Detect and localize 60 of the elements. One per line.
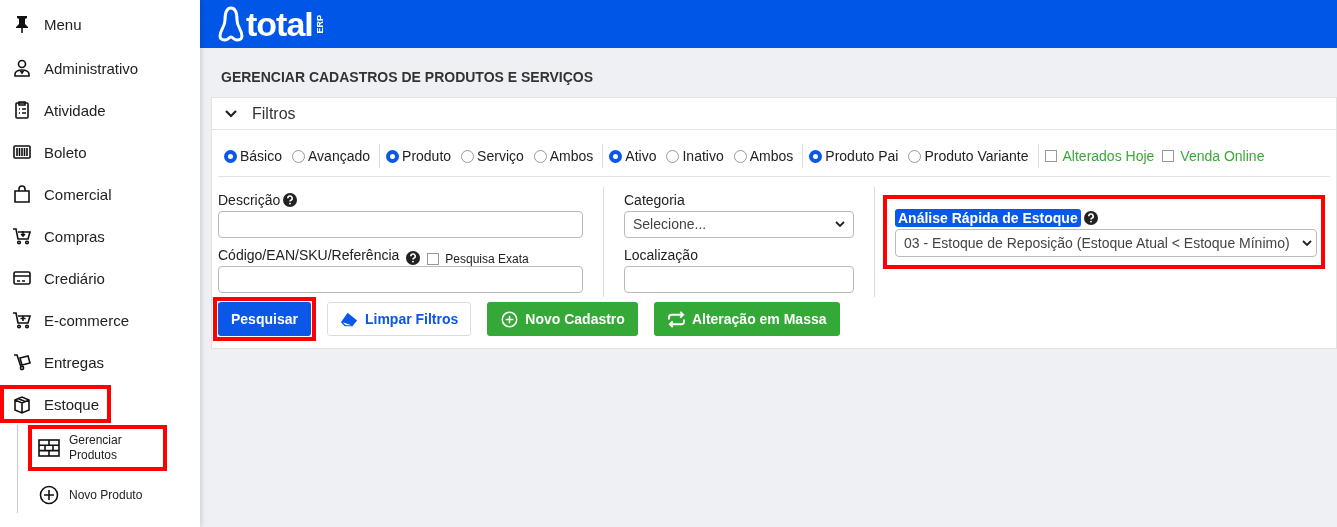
logo-suffix: ERP bbox=[314, 14, 325, 34]
plus-circle-icon bbox=[500, 310, 520, 328]
help-icon[interactable] bbox=[406, 250, 421, 265]
code-field[interactable] bbox=[218, 265, 583, 293]
logo-text: total bbox=[246, 7, 313, 41]
menu-title: Menu bbox=[44, 15, 82, 33]
eraser-icon bbox=[339, 310, 359, 328]
table-icon bbox=[38, 438, 60, 458]
bag-icon bbox=[12, 184, 32, 204]
field-label: Análise Rápida de Estoque bbox=[895, 209, 1081, 227]
radio-option[interactable]: Produto Variante bbox=[908, 148, 1029, 164]
radio-option[interactable]: Avançado bbox=[292, 148, 371, 164]
clipboard-icon bbox=[12, 100, 32, 120]
field-label: Código/EAN/SKU/Referência bbox=[218, 246, 400, 263]
search-button[interactable]: Pesquisar bbox=[218, 302, 311, 336]
sidebar-item[interactable]: Estoque bbox=[0, 385, 112, 423]
filter-header[interactable]: Filtros bbox=[212, 98, 1336, 130]
sidebar-item[interactable]: Comercial bbox=[0, 175, 124, 213]
cart-icon bbox=[12, 226, 32, 246]
exact-search-checkbox[interactable]: Pesquisa Exata bbox=[427, 251, 529, 266]
description-field[interactable] bbox=[218, 210, 583, 238]
person-icon bbox=[12, 58, 32, 78]
field-label: Localização bbox=[624, 246, 698, 263]
box-icon bbox=[12, 394, 32, 414]
radio-option[interactable]: Ativo bbox=[609, 148, 657, 164]
radio-option[interactable]: Serviço bbox=[461, 148, 524, 164]
sidebar-item[interactable]: Atividade bbox=[0, 91, 118, 129]
location-field[interactable] bbox=[624, 265, 854, 293]
caret-icon bbox=[835, 221, 845, 228]
help-icon[interactable] bbox=[283, 192, 298, 207]
radio-option[interactable]: Básico bbox=[224, 148, 283, 164]
clear-filters-button[interactable]: Limpar Filtros bbox=[326, 302, 472, 336]
plus-circle-icon bbox=[38, 485, 60, 505]
submenu-item[interactable]: Gerenciar Produtos bbox=[28, 425, 167, 471]
chevron-icon bbox=[224, 108, 238, 119]
sidebar-item[interactable]: E-commerce bbox=[0, 301, 141, 339]
radio-option[interactable]: Inativo bbox=[666, 148, 724, 164]
caret-icon bbox=[1301, 240, 1312, 246]
radio-option[interactable]: Produto Pai bbox=[809, 148, 899, 164]
category-select[interactable]: Selecione... bbox=[624, 210, 854, 238]
bell-logo-icon bbox=[218, 6, 244, 42]
sidebar-item[interactable]: Administrativo bbox=[0, 49, 151, 87]
radio-option[interactable]: Ambos bbox=[733, 148, 794, 164]
repeat-icon bbox=[666, 310, 686, 328]
radio-option[interactable]: Produto bbox=[386, 148, 452, 164]
sidebar-item[interactable]: Boleto bbox=[0, 133, 106, 171]
cart-icon bbox=[12, 310, 32, 330]
radio-option[interactable]: Ambos bbox=[533, 148, 594, 164]
credit-card-icon bbox=[12, 268, 32, 288]
barcode-icon bbox=[12, 142, 32, 162]
sidebar-item[interactable]: Crediário bbox=[0, 259, 117, 297]
page-title: GERENCIAR CADASTROS DE PRODUTOS E SERVIÇOS bbox=[221, 69, 595, 85]
help-icon[interactable] bbox=[1083, 211, 1098, 225]
sidebar-item[interactable]: Entregas bbox=[0, 343, 117, 381]
analysis-select[interactable]: 03 - Estoque de Reposição (Estoque Atual < Estoque Mínimo) bbox=[895, 229, 1317, 257]
submenu-item[interactable]: Novo Produto bbox=[28, 477, 171, 513]
field-label: Categoria bbox=[624, 191, 685, 208]
hand-truck-icon bbox=[12, 352, 32, 372]
sidebar-item[interactable]: Compras bbox=[0, 217, 117, 255]
field-label: Descrição bbox=[218, 191, 281, 208]
